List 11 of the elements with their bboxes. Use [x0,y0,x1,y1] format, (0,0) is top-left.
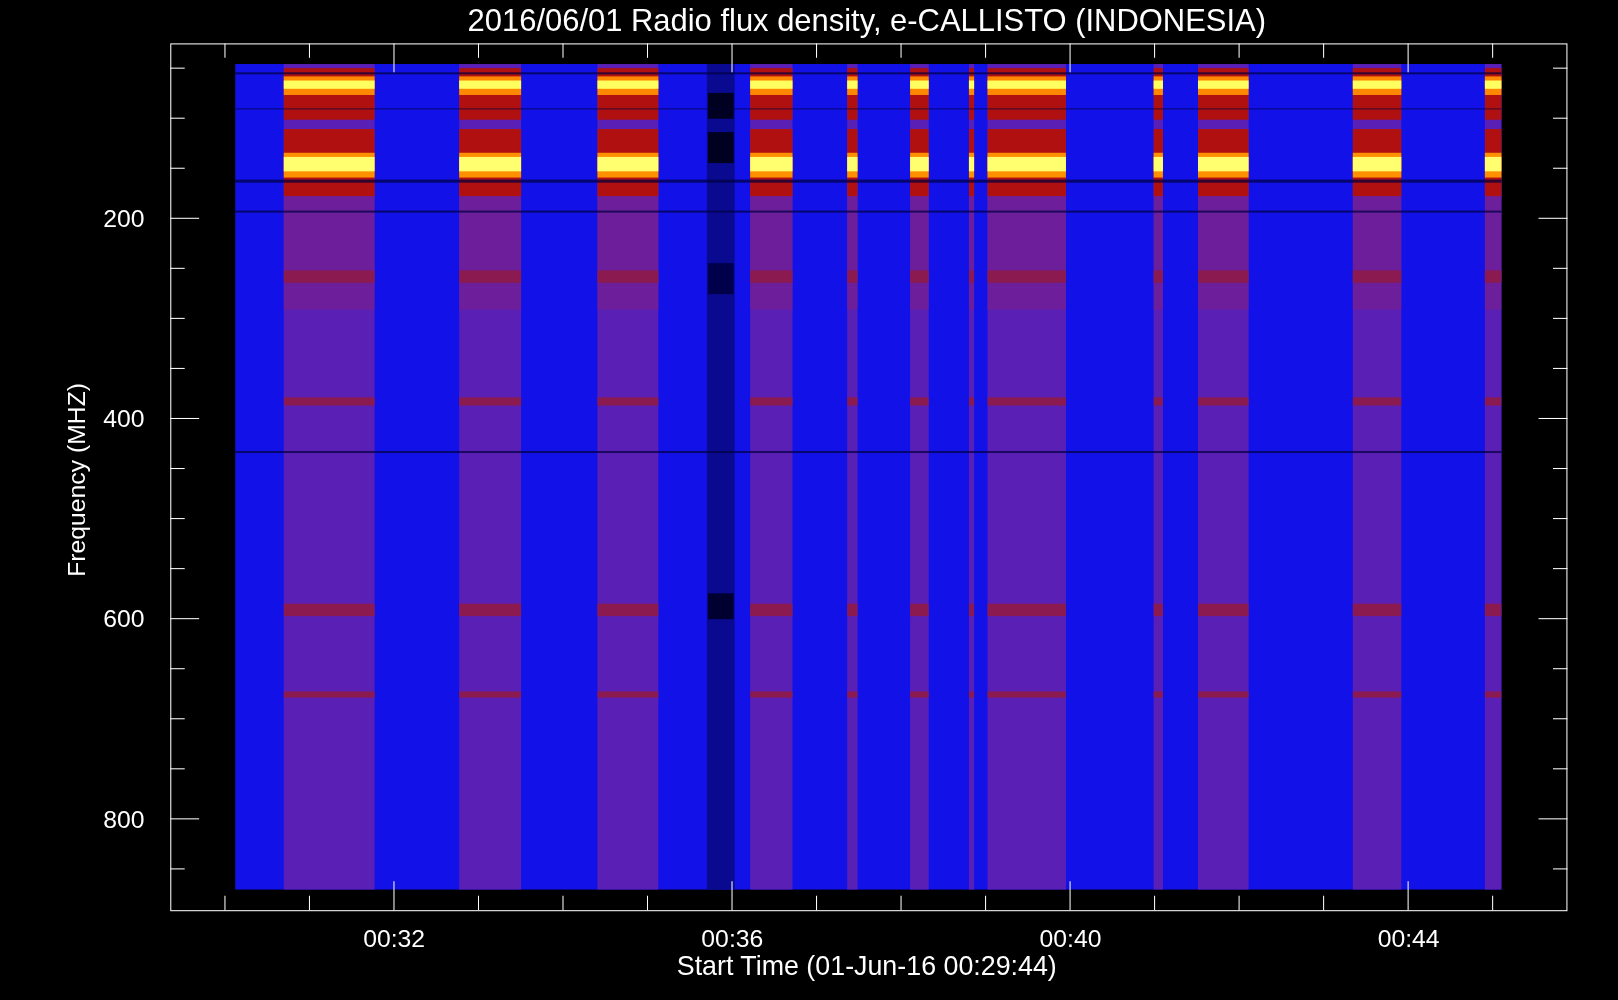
x-tick-label: 00:44 [1377,925,1440,953]
chart-title: 2016/06/01 Radio flux density, e-CALLISTO (INDONESIA) [467,3,1266,38]
x-tick-label: 00:32 [363,925,426,953]
x-tick-label: 00:36 [701,925,764,953]
y-tick-label: 800 [103,805,145,833]
y-tick-label: 200 [103,205,145,233]
y-axis-label: Frequency (MHZ) [62,382,90,577]
y-tick-label: 600 [103,605,145,633]
x-tick-label: 00:40 [1039,925,1102,953]
x-axis-label: Start Time (01-Jun-16 00:29:44) [676,951,1057,982]
y-tick-label: 400 [103,405,145,433]
